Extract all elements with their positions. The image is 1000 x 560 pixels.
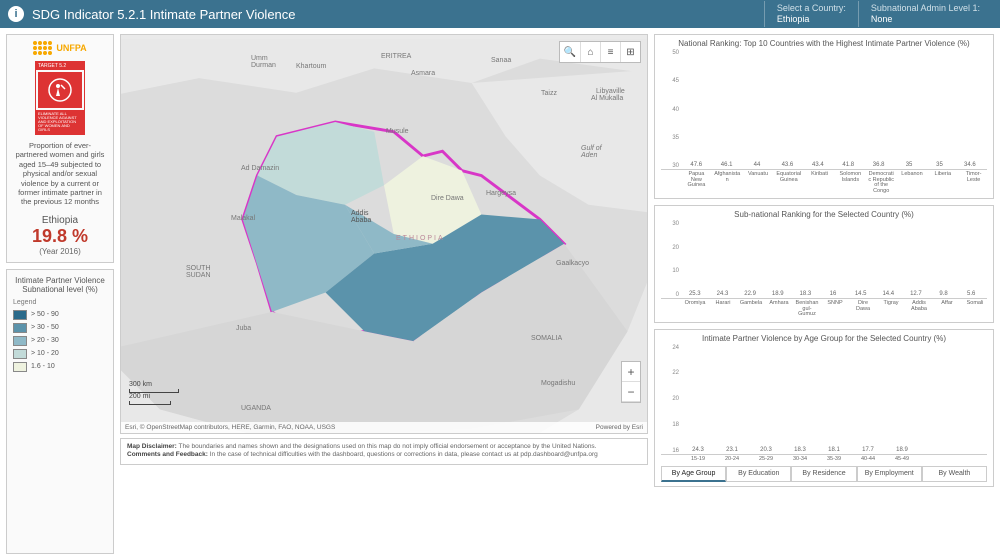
bar[interactable]: 18.9 xyxy=(766,291,790,298)
page-title: SDG Indicator 5.2.1 Intimate Partner Vio… xyxy=(32,7,764,22)
country-selector-value: Ethiopia xyxy=(777,14,846,25)
bar[interactable]: 20.3 xyxy=(751,447,781,454)
legend-panel: Intimate Partner Violence Subnational le… xyxy=(6,269,114,554)
legend-subtitle: Legend xyxy=(13,299,107,306)
tab-by-education[interactable]: By Education xyxy=(726,467,791,482)
bar[interactable]: 5.6 xyxy=(959,291,983,298)
legend-item: > 50 - 90 xyxy=(13,310,107,320)
map-canvas[interactable] xyxy=(121,35,647,433)
tab-by-age-group[interactable]: By Age Group xyxy=(661,467,726,482)
bar[interactable]: 41.8 xyxy=(835,162,861,169)
bar[interactable]: 23.1 xyxy=(717,447,747,454)
info-icon[interactable]: i xyxy=(8,6,24,22)
bar[interactable]: 25.3 xyxy=(683,291,707,298)
selected-country-name: Ethiopia xyxy=(13,215,107,226)
bar[interactable]: 43.4 xyxy=(805,162,831,169)
disclaimer: Map Disclaimer: The boundaries and names… xyxy=(120,438,648,465)
indicator-description: Proportion of ever-partnered women and g… xyxy=(13,141,107,207)
admin-selector-label: Subnational Admin Level 1: xyxy=(871,3,980,14)
map-attribution: Esri, © OpenStreetMap contributors, HERE… xyxy=(121,422,647,433)
sdg-target-badge: TARGET 5.2 ELIMINATE ALL VIOLENCE AGAINS… xyxy=(35,61,85,135)
legend-title: Intimate Partner Violence Subnational le… xyxy=(13,276,107,295)
search-icon[interactable]: 🔍 xyxy=(560,42,580,62)
legend-item: > 10 - 20 xyxy=(13,349,107,359)
bar[interactable]: 46.1 xyxy=(713,162,739,169)
tab-by-wealth[interactable]: By Wealth xyxy=(922,467,987,482)
gender-violence-icon xyxy=(38,72,82,108)
bar[interactable]: 18.1 xyxy=(819,447,849,454)
bar[interactable]: 24.3 xyxy=(711,291,735,298)
bar[interactable]: 18.3 xyxy=(785,447,815,454)
bar[interactable]: 18.3 xyxy=(794,291,818,298)
chart-tabs: By Age GroupBy EducationBy ResidenceBy E… xyxy=(661,466,987,482)
bar[interactable]: 9.8 xyxy=(932,291,956,298)
bar[interactable]: 12.7 xyxy=(904,291,928,298)
legend-item: > 20 - 30 xyxy=(13,336,107,346)
selected-country-year: (Year 2016) xyxy=(13,247,107,256)
legend-item: 1.6 - 10 xyxy=(13,362,107,372)
scale-bar: 300 km 200 mi xyxy=(129,381,179,405)
bar[interactable]: 34.6 xyxy=(957,162,983,169)
bar[interactable]: 22.9 xyxy=(738,291,762,298)
bar[interactable]: 14.5 xyxy=(849,291,873,298)
age-group-chart: Intimate Partner Violence by Age Group f… xyxy=(654,329,994,488)
bar[interactable]: 35 xyxy=(896,162,922,169)
map[interactable]: UmmDurman Khartoum ERITREA Asmara Sanaa … xyxy=(120,34,648,434)
info-panel: UNFPA TARGET 5.2 ELIMINATE ALL VIOLENCE … xyxy=(6,34,114,263)
legend-icon[interactable]: ≡ xyxy=(600,42,620,62)
country-selector[interactable]: Select a Country: Ethiopia xyxy=(764,1,858,27)
bar[interactable]: 16 xyxy=(821,291,845,298)
bar[interactable]: 24.3 xyxy=(683,447,713,454)
zoom-control: + − xyxy=(621,361,641,403)
selected-country-value: 19.8 % xyxy=(13,226,107,247)
layers-icon[interactable]: ⊞ xyxy=(620,42,640,62)
bar[interactable]: 14.4 xyxy=(876,291,900,298)
tab-by-employment[interactable]: By Employment xyxy=(857,467,922,482)
unfpa-logo: UNFPA xyxy=(13,41,107,55)
legend-items: > 50 - 90 > 30 - 50 > 20 - 30 > 10 - 20 1.6 … xyxy=(13,310,107,372)
bar[interactable]: 18.9 xyxy=(887,447,917,454)
bar[interactable]: 36.8 xyxy=(865,162,891,169)
map-toolbar: 🔍 ⌂ ≡ ⊞ xyxy=(559,41,641,63)
admin-selector-value: None xyxy=(871,14,980,25)
national-ranking-chart: National Ranking: Top 10 Countries with … xyxy=(654,34,994,199)
subnational-ranking-chart: Sub-national Ranking for the Selected Co… xyxy=(654,205,994,323)
bar[interactable]: 35 xyxy=(926,162,952,169)
legend-item: > 30 - 50 xyxy=(13,323,107,333)
bar[interactable]: 17.7 xyxy=(853,447,883,454)
admin-selector[interactable]: Subnational Admin Level 1: None xyxy=(858,1,992,27)
home-icon[interactable]: ⌂ xyxy=(580,42,600,62)
bar[interactable]: 43.6 xyxy=(774,162,800,169)
bar[interactable]: 44 xyxy=(744,162,770,169)
zoom-in-button[interactable]: + xyxy=(622,362,640,382)
tab-by-residence[interactable]: By Residence xyxy=(791,467,856,482)
app-header: i SDG Indicator 5.2.1 Intimate Partner V… xyxy=(0,0,1000,28)
country-selector-label: Select a Country: xyxy=(777,3,846,14)
zoom-out-button[interactable]: − xyxy=(622,382,640,402)
bar[interactable]: 47.6 xyxy=(683,162,709,169)
